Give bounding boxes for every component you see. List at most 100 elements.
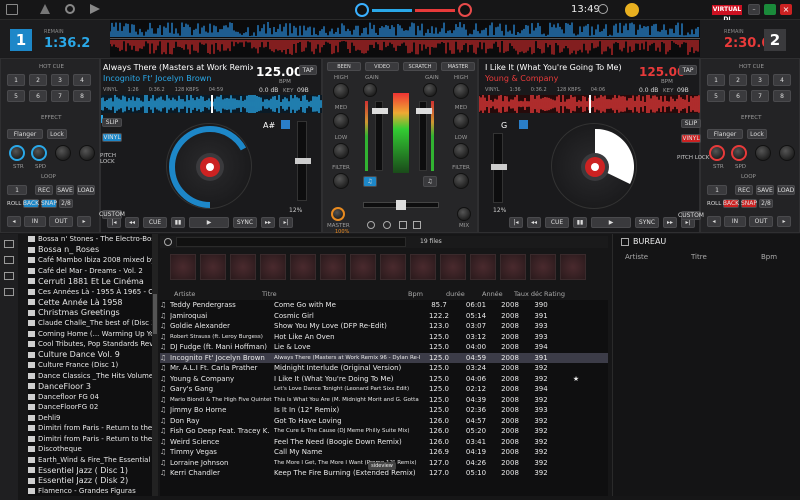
folder-item[interactable]: Dance Classics _The Hits Volume 3_ [28, 371, 152, 382]
deck-a-cue-button[interactable]: CUE [143, 217, 167, 228]
deck-b-ff-button[interactable]: ▸▸ [663, 217, 677, 228]
column-header[interactable]: Taux déch. [512, 290, 542, 300]
filter-icon[interactable] [4, 272, 14, 280]
sampler-pad-9[interactable] [410, 254, 436, 280]
loop-out-button-a[interactable]: OUT [49, 216, 73, 227]
sampler-pad-4[interactable] [260, 254, 286, 280]
timer-icon[interactable] [383, 221, 391, 229]
folder-scrollbar[interactable] [152, 234, 158, 496]
minimize-button[interactable]: – [748, 4, 760, 15]
table-row[interactable]: ♫ Jimmy Bo Horne Is It In (12" Remix) 125.0… [160, 405, 608, 416]
loop-length-a[interactable]: 1 [7, 185, 27, 195]
deck-b-custom-button[interactable]: CUSTOM [678, 211, 704, 220]
gear-icon[interactable] [367, 221, 375, 229]
headphone-cue-a-icon[interactable]: ♫ [363, 176, 377, 187]
folder-item[interactable]: Earth_Wind & Fire_The Essential [28, 455, 152, 466]
hotcue-pad-4[interactable]: 4 [73, 74, 91, 86]
folder-item[interactable]: Cette Année Là 1958 [28, 297, 152, 308]
hotcue-pad-4[interactable]: 4 [773, 74, 791, 86]
mixer-tab-been[interactable]: BEEN [327, 62, 361, 71]
sampler-pad-13[interactable] [530, 254, 556, 280]
deck-b-tap-button[interactable]: TAP [679, 65, 697, 75]
deck-a-sync-button[interactable]: SYNC [233, 217, 257, 228]
broadcast-icon[interactable] [90, 4, 100, 14]
folder-item[interactable]: Dancefloor FG 04 [28, 392, 152, 403]
folder-item[interactable]: DanceFloorFG 02 [28, 402, 152, 413]
deck-b-slip-button[interactable]: SLIP [681, 119, 701, 128]
rec-button-a[interactable]: REC [35, 185, 53, 195]
loop-in-button-b[interactable]: IN [724, 216, 746, 227]
deck-a-key-lock-icon[interactable] [281, 120, 290, 129]
gain-knob-b[interactable] [423, 83, 437, 97]
playlist-icon[interactable] [4, 256, 14, 264]
load-button-a[interactable]: LOAD [77, 185, 95, 195]
table-row[interactable]: ♫ Don Ray Got To Have Loving 126.0 04:57 2008… [160, 416, 608, 427]
bureau-col-artist[interactable]: Artiste [625, 253, 648, 261]
deck-a-platter[interactable] [166, 123, 252, 209]
up-arrow-icon[interactable] [40, 4, 50, 14]
effect-knob-4-a[interactable] [79, 145, 95, 161]
folder-item[interactable]: Cerruti 1881 Et Le Cinéma [28, 276, 152, 287]
effect-spd-knob-a[interactable] [31, 145, 47, 161]
sampler-pad-6[interactable] [320, 254, 346, 280]
hotcue-pad-8[interactable]: 8 [773, 90, 791, 102]
hotcue-pad-6[interactable]: 6 [729, 90, 747, 102]
deck-b-pause-button[interactable]: ▮▮ [573, 217, 587, 228]
table-row[interactable]: ♫ Incognito Ft' Jocelyn Brown Always There… [160, 352, 608, 363]
search-input[interactable] [176, 237, 406, 247]
headphone-cue-b-icon[interactable]: ♫ [423, 176, 437, 187]
eq-knob-med[interactable] [333, 113, 349, 129]
effect-select-b[interactable]: Flanger [707, 129, 743, 139]
sampler-pad-8[interactable] [380, 254, 406, 280]
hotcue-pad-3[interactable]: 3 [751, 74, 769, 86]
hotcue-pad-7[interactable]: 7 [751, 90, 769, 102]
eq-knob-low[interactable] [453, 143, 469, 159]
deck-b-play-button[interactable]: ▶ [591, 217, 631, 228]
deck-a-rewind-button[interactable]: ◂◂ [125, 217, 139, 228]
folder-item[interactable]: Christmas Greetings [28, 308, 152, 319]
deck-a-custom-button[interactable]: CUSTOM [99, 210, 125, 219]
rec-button-b[interactable]: REC [735, 185, 753, 195]
deck-b-key-lock-icon[interactable] [519, 120, 528, 129]
loop-double-button-a[interactable]: ▸ [77, 216, 91, 227]
sampler-pad-10[interactable] [440, 254, 466, 280]
bureau-col-bpm[interactable]: Bpm [761, 253, 777, 261]
load-button-b[interactable]: LOAD [777, 185, 795, 195]
volume-fader-a[interactable] [372, 101, 388, 171]
table-row[interactable]: ♫ Fish Go Deep Feat. Tracey K. The Cure & … [160, 426, 608, 437]
settings-grid-icon[interactable] [6, 4, 18, 15]
loop-in-button-a[interactable]: IN [24, 216, 46, 227]
table-row[interactable]: ♫ Young & Company I Like It (What You're D… [160, 374, 608, 385]
loop-double-button-b[interactable]: ▸ [777, 216, 791, 227]
deck-b-pitch-lock[interactable]: Pitch Lock [677, 155, 709, 161]
save-button-a[interactable]: SAVE [56, 185, 74, 195]
effect-str-knob-b[interactable] [709, 145, 725, 161]
mixer-tab-scratch[interactable]: SCRATCH [403, 62, 437, 71]
hotcue-pad-1[interactable]: 1 [7, 74, 25, 86]
gain-knob-a[interactable] [363, 83, 377, 97]
table-row[interactable]: ♫ Teddy Pendergrass Come Go with Me 85.7 06:… [160, 300, 608, 311]
folder-item[interactable]: Dimitri from Paris - Return to the Playb… [28, 423, 152, 434]
loop-length-b[interactable]: 1 [707, 185, 727, 195]
loop-2-button-a[interactable]: 2/8 [59, 199, 73, 208]
hotcue-pad-7[interactable]: 7 [51, 90, 69, 102]
volume-fader-b[interactable] [416, 101, 432, 171]
deck-a-ff-button[interactable]: ▸▸ [261, 217, 275, 228]
folder-item[interactable]: Bossa n_ Roses [28, 245, 152, 256]
folder-item[interactable]: Café del Mar - Dreams - Vol. 2 [28, 266, 152, 277]
deck-a-scroll-waveform[interactable] [101, 95, 323, 113]
folder-item[interactable]: Dimitri from Paris - Return to the Playb… [28, 434, 152, 445]
eq-knob-filter[interactable] [333, 173, 349, 189]
loop-half-button-b[interactable]: ◂ [707, 216, 721, 227]
deck-b-prev-button[interactable]: |◂ [509, 217, 523, 228]
deck-a-pitch-fader[interactable] [295, 121, 311, 201]
folder-item[interactable]: Dehli9 [28, 413, 152, 424]
folder-item[interactable]: Essentiel Jazz ( Disk 2) [28, 476, 152, 487]
mix-knob[interactable] [457, 207, 471, 221]
deck-a-vinyl-button[interactable]: VINYL [102, 133, 122, 142]
loop-half-button-a[interactable]: ◂ [7, 216, 21, 227]
table-row[interactable]: ♫ Mr. A.L.I Ft. Carla Prather Midnight Int… [160, 363, 608, 374]
crossfader[interactable] [363, 200, 439, 210]
effect-str-knob-a[interactable] [9, 145, 25, 161]
eq-knob-high[interactable] [333, 83, 349, 99]
